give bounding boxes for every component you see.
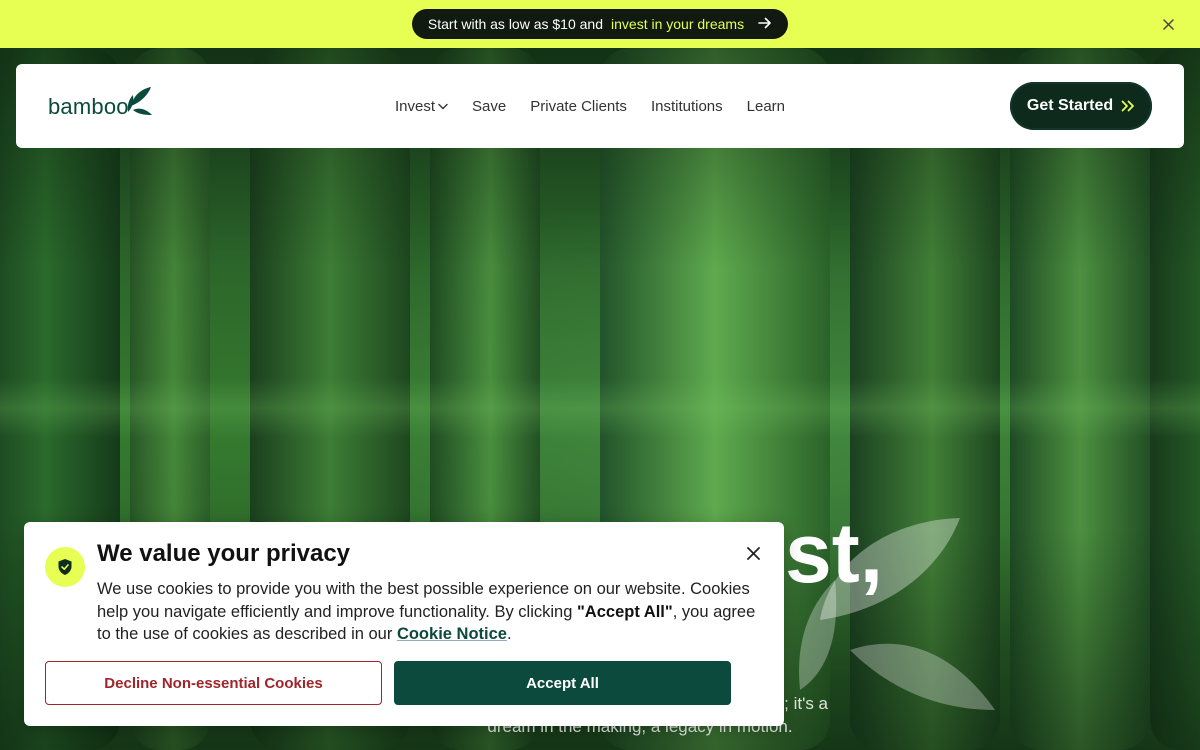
arrow-right-icon [758,16,772,33]
double-chevron-right-icon [1121,100,1135,112]
leaf-decoration-icon [799,518,995,710]
close-icon[interactable] [742,542,764,564]
bamboo-logo[interactable]: bamboo [48,86,153,120]
announcement-pill[interactable]: Start with as low as $10 and invest in y… [411,9,789,39]
accept-all-button[interactable]: Accept All [394,661,731,705]
bamboo-leaf-icon [127,87,152,115]
cookie-description: We use cookies to provide you with the b… [97,578,767,646]
cookie-consent-dialog: We value your privacy We use cookies to … [24,522,784,726]
get-started-label: Get Started [1026,97,1114,114]
logo-text: bamboo [48,94,129,119]
bamboo-node-band [0,378,1200,438]
shield-check-icon [45,547,85,587]
nav-private-clients[interactable]: Private Clients [530,98,627,115]
announcement-text: Start with as low as $10 and [427,16,604,32]
cookie-text-bold: "Accept All" [576,602,673,621]
get-started-button[interactable]: Get Started [1010,82,1152,130]
nav-invest[interactable]: Invest [395,98,448,115]
close-icon[interactable] [1158,14,1178,34]
cookie-title: We value your privacy [97,540,351,567]
nav-institutions[interactable]: Institutions [651,98,723,115]
announcement-highlight: invest in your dreams [611,16,745,32]
main-navigation: bamboo Invest Save Private Clients Insti… [16,64,1184,148]
nav-institutions-label: Institutions [650,97,723,115]
nav-learn-label: Learn [746,97,786,115]
decline-cookies-button[interactable]: Decline Non-essential Cookies [45,661,382,705]
nav-invest-label: Invest [395,97,436,115]
cookie-notice-link[interactable]: Cookie Notice [397,625,507,643]
nav-save-label: Save [472,97,507,115]
announcement-bar: Start with as low as $10 and invest in y… [0,0,1200,48]
nav-learn[interactable]: Learn [747,98,785,115]
cookie-text-end: . [506,625,512,643]
nav-save[interactable]: Save [472,98,506,115]
nav-links: Invest Save Private Clients Institutions… [395,64,785,148]
nav-private-clients-label: Private Clients [530,97,627,115]
chevron-down-icon [438,103,448,109]
